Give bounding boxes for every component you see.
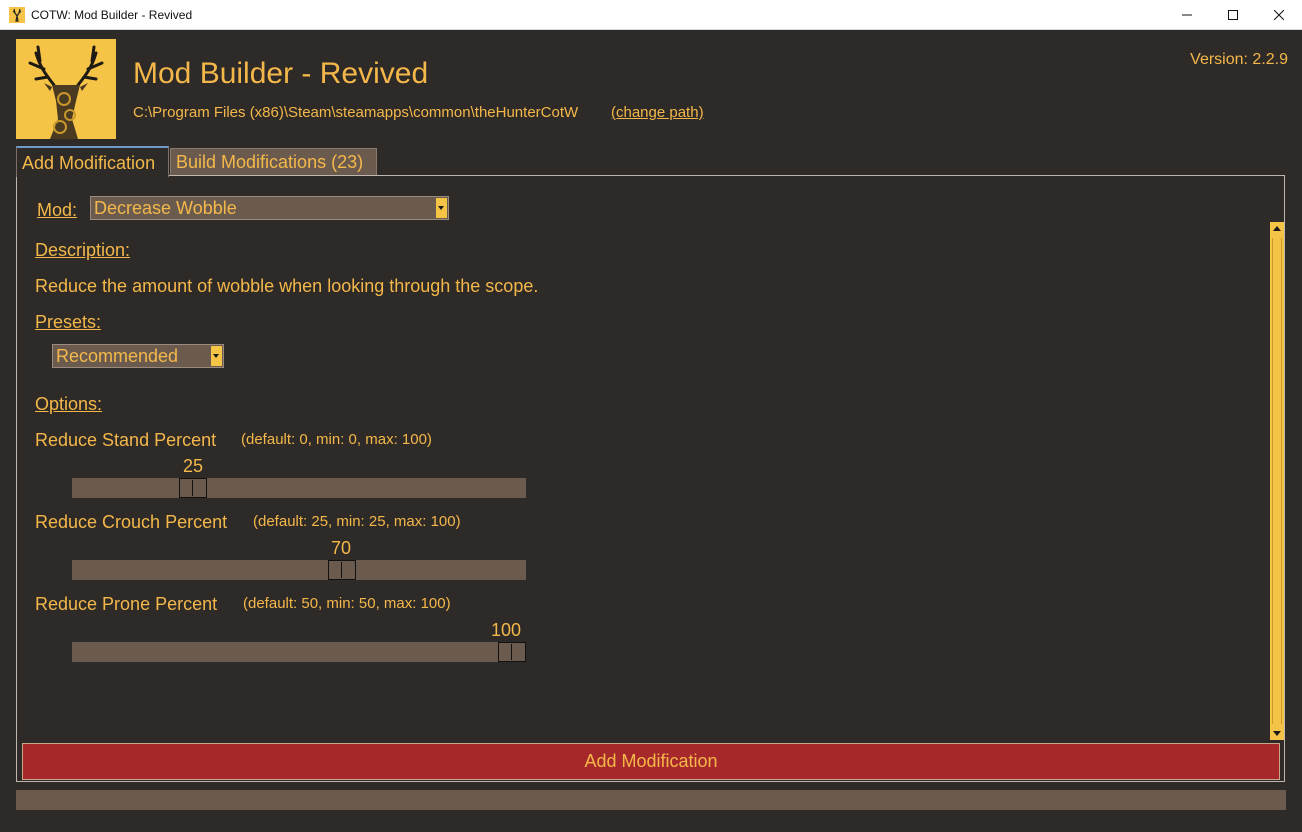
maximize-button[interactable] — [1210, 0, 1256, 30]
option-hint-stand: (default: 0, min: 0, max: 100) — [241, 431, 432, 448]
minimize-icon — [1182, 14, 1192, 16]
option-hint-crouch: (default: 25, min: 25, max: 100) — [253, 513, 461, 530]
preset-select-value: Recommended — [56, 346, 179, 366]
slider-thumb[interactable] — [328, 560, 356, 580]
description-label: Description: — [35, 240, 131, 260]
slider-value-prone: 100 — [491, 620, 522, 640]
chevron-down-icon[interactable] — [436, 198, 447, 218]
slider-prone[interactable] — [72, 642, 526, 662]
chevron-down-icon[interactable] — [211, 346, 222, 366]
maximize-icon — [1228, 10, 1238, 20]
scroll-down-icon[interactable] — [1270, 726, 1284, 740]
minimize-button[interactable] — [1164, 0, 1210, 30]
mod-select-value: Decrease Wobble — [94, 198, 237, 218]
slider-value-crouch: 70 — [331, 538, 352, 558]
mod-label: Mod: — [37, 200, 78, 220]
option-label-crouch: Reduce Crouch Percent — [35, 512, 228, 532]
close-icon — [1274, 10, 1284, 20]
options-label: Options: — [35, 394, 103, 414]
game-path: C:\Program Files (x86)\Steam\steamapps\c… — [133, 104, 579, 121]
scroll-up-icon[interactable] — [1270, 222, 1284, 236]
slider-crouch[interactable] — [72, 560, 526, 580]
mod-select[interactable]: Decrease Wobble — [90, 196, 449, 220]
preset-select[interactable]: Recommended — [52, 344, 224, 368]
option-label-prone: Reduce Prone Percent — [35, 594, 218, 614]
slider-value-stand: 25 — [183, 456, 204, 476]
tab-add-modification[interactable]: Add Modification — [16, 146, 169, 177]
window-title: COTW: Mod Builder - Revived — [31, 8, 193, 22]
window-titlebar: COTW: Mod Builder - Revived — [0, 0, 1302, 30]
scrollbar-thumb[interactable] — [1272, 238, 1282, 724]
slider-thumb[interactable] — [179, 478, 207, 498]
option-label-stand: Reduce Stand Percent — [35, 430, 217, 450]
tab-build-modifications[interactable]: Build Modifications (23) — [170, 148, 377, 175]
slider-thumb[interactable] — [498, 642, 526, 662]
option-hint-prone: (default: 50, min: 50, max: 100) — [243, 595, 451, 612]
deer-app-icon — [9, 7, 25, 23]
deer-head-logo-icon — [16, 39, 116, 139]
vertical-scrollbar[interactable] — [1270, 222, 1284, 740]
app-title: Mod Builder - Revived — [133, 57, 429, 90]
status-bar — [16, 790, 1286, 810]
close-button[interactable] — [1256, 0, 1302, 30]
description-text: Reduce the amount of wobble when looking… — [35, 276, 539, 296]
version-label: Version: 2.2.9 — [1190, 51, 1288, 68]
add-modification-button[interactable]: Add Modification — [22, 743, 1280, 780]
change-path-link[interactable]: (change path) — [611, 104, 704, 121]
slider-stand[interactable] — [72, 478, 526, 498]
presets-label: Presets: — [35, 312, 102, 332]
